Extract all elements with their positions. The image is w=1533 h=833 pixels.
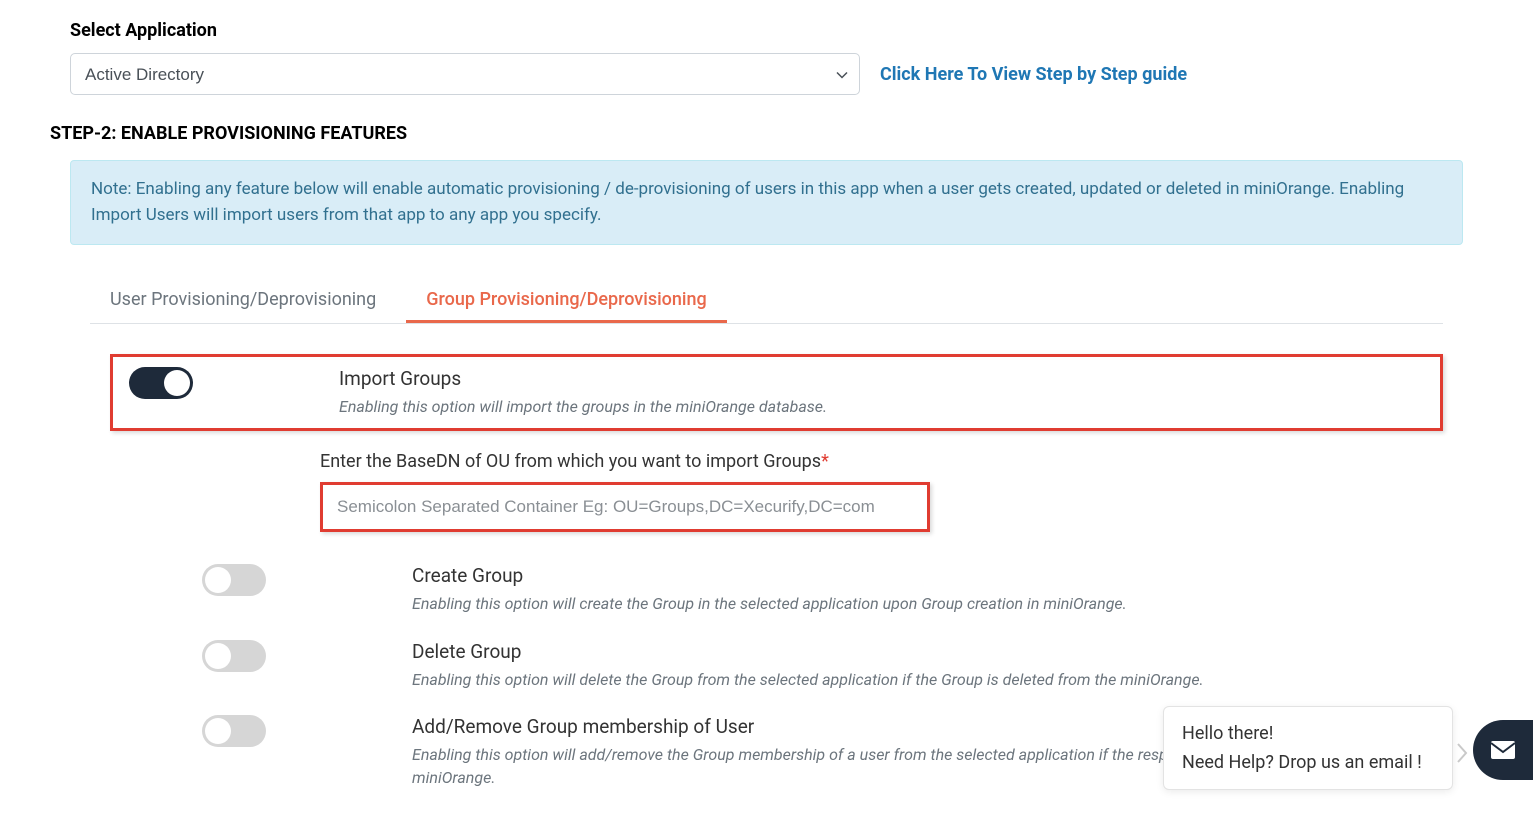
carousel-arrow-icon[interactable] [1455,742,1469,770]
basedn-label-text: Enter the BaseDN of OU from which you wa… [320,451,821,472]
toggle-knob [164,370,190,396]
chat-line1: Hello there! [1182,723,1434,744]
step-by-step-guide-link[interactable]: Click Here To View Step by Step guide [880,64,1187,85]
toggle-knob [205,643,231,669]
create-group-toggle[interactable] [202,564,266,596]
select-application-wrap: Active Directory [70,53,860,95]
import-groups-toggle[interactable] [129,367,193,399]
delete-group-desc: Enabling this option will delete the Gro… [412,669,1443,691]
toggle-knob [205,718,231,744]
basedn-label: Enter the BaseDN of OU from which you wa… [320,451,1443,472]
chat-line2: Need Help? Drop us an email ! [1182,752,1434,773]
select-application-dropdown[interactable]: Active Directory [70,53,860,95]
chat-fab-button[interactable] [1473,720,1533,780]
import-groups-highlight: Import Groups Enabling this option will … [110,354,1443,431]
info-note-box: Note: Enabling any feature below will en… [70,160,1463,245]
tab-user-provisioning[interactable]: User Provisioning/Deprovisioning [90,279,396,323]
basedn-section: Enter the BaseDN of OU from which you wa… [320,451,1443,554]
delete-group-toggle[interactable] [202,640,266,672]
import-groups-desc: Enabling this option will import the gro… [339,396,1424,418]
select-application-label: Select Application [70,20,1483,41]
delete-group-block: Delete Group Enabling this option will d… [202,640,1443,691]
tabs: User Provisioning/Deprovisioning Group P… [90,279,1443,324]
delete-group-title: Delete Group [412,640,1443,663]
membership-toggle[interactable] [202,715,266,747]
basedn-input-highlight [320,482,930,532]
chat-widget[interactable]: Hello there! Need Help? Drop us an email… [1163,706,1453,790]
create-group-desc: Enabling this option will create the Gro… [412,593,1443,615]
mail-icon [1489,739,1517,761]
create-group-block: Create Group Enabling this option will c… [202,564,1443,615]
create-group-title: Create Group [412,564,1443,587]
import-groups-title: Import Groups [339,367,1424,390]
toggle-knob [205,567,231,593]
top-row: Active Directory Click Here To View Step… [70,53,1483,95]
tab-group-provisioning[interactable]: Group Provisioning/Deprovisioning [406,279,727,323]
required-asterisk: * [821,451,829,472]
step2-heading: STEP-2: ENABLE PROVISIONING FEATURES [50,123,1483,144]
basedn-input[interactable] [325,487,925,527]
